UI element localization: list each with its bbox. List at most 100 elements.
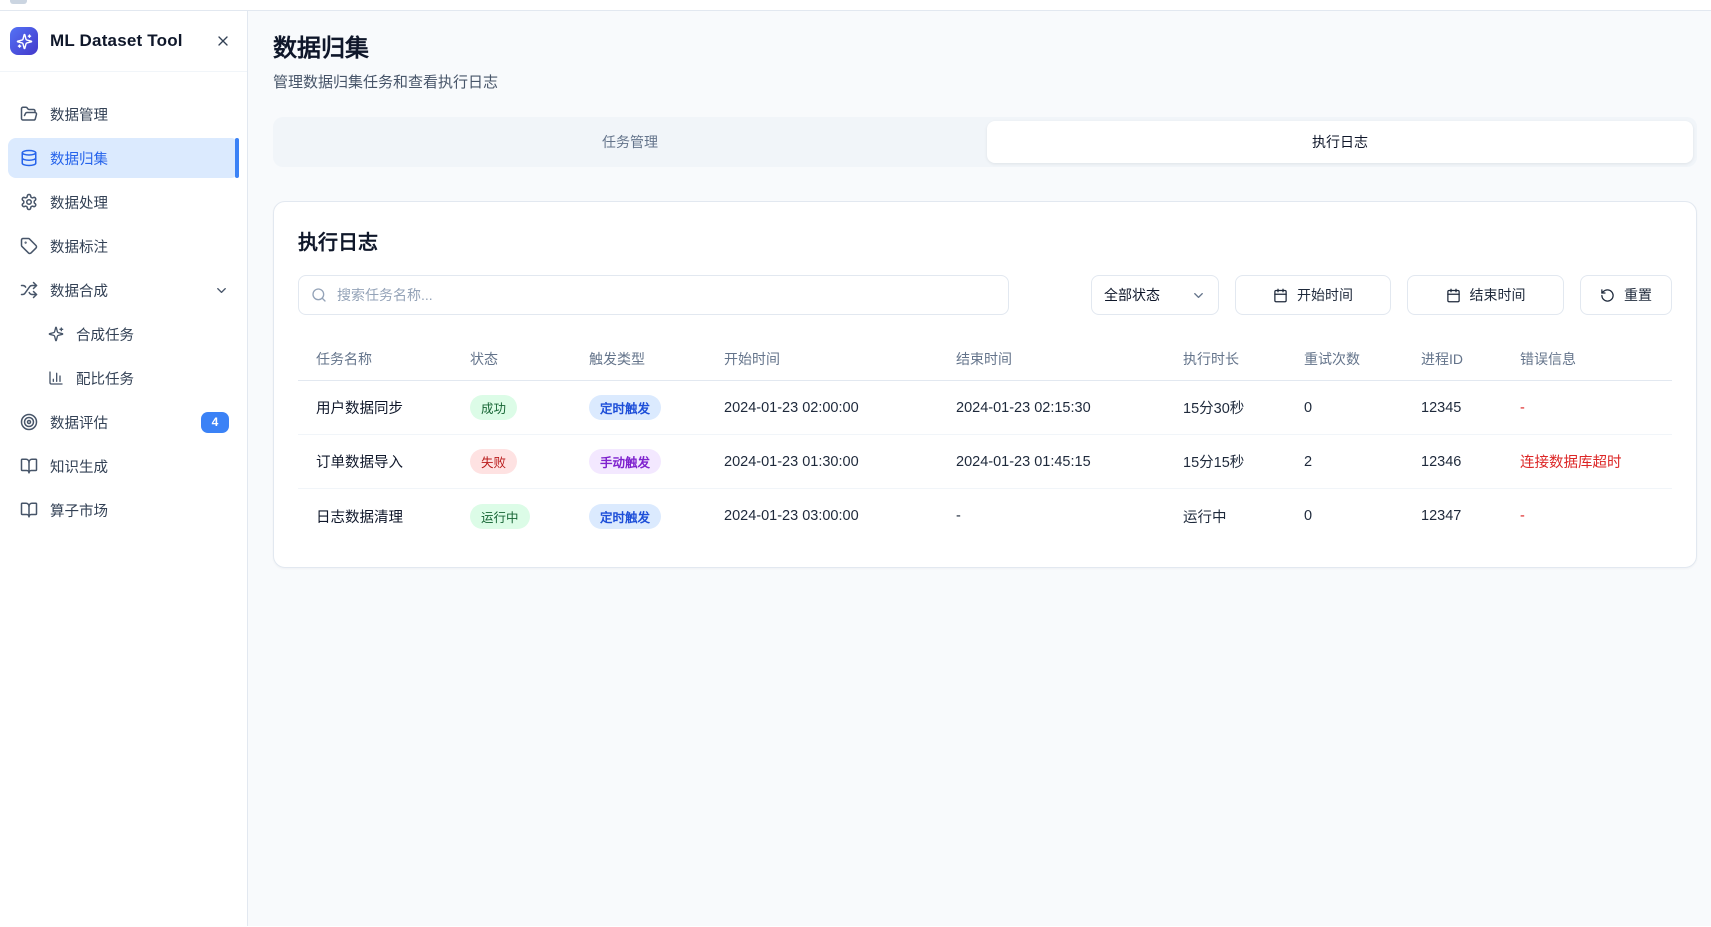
- sparkles-icon: [48, 326, 64, 342]
- table-row: 用户数据同步 成功 定时触发 2024-01-23 02:00:00 2024-…: [298, 381, 1672, 435]
- close-icon: [215, 33, 231, 49]
- column-header: 状态: [452, 349, 571, 369]
- filter-row: 全部状态 开始时间 结束时间 重置: [298, 275, 1672, 315]
- task-name: 日志数据清理: [298, 506, 452, 527]
- sidebar-item-data-evaluation[interactable]: 数据评估 4: [8, 402, 239, 442]
- process-id: 12347: [1403, 508, 1502, 524]
- error-message: 连接数据库超时: [1502, 451, 1672, 472]
- retry-count: 0: [1286, 508, 1403, 524]
- reset-button[interactable]: 重置: [1580, 275, 1672, 315]
- trigger-badge: 手动触发: [589, 449, 661, 474]
- column-header: 任务名称: [298, 349, 452, 369]
- reset-icon: [1600, 288, 1615, 303]
- target-icon: [20, 413, 38, 431]
- sidebar-close-button[interactable]: [213, 31, 233, 51]
- book-open-icon: [20, 501, 38, 519]
- active-indicator: [235, 138, 240, 178]
- duration: 运行中: [1165, 506, 1286, 527]
- shuffle-icon: [20, 281, 38, 299]
- table-row: 订单数据导入 失败 手动触发 2024-01-23 01:30:00 2024-…: [298, 435, 1672, 489]
- sidebar-item-data-synthesis[interactable]: 数据合成: [8, 270, 239, 310]
- sidebar-item-label: 配比任务: [76, 368, 134, 389]
- database-icon: [20, 149, 38, 167]
- status-badge: 运行中: [470, 504, 530, 529]
- duration: 15分15秒: [1165, 451, 1286, 472]
- process-id: 12345: [1403, 400, 1502, 416]
- sidebar-item-label: 算子市场: [50, 500, 108, 521]
- sidebar-item-data-labeling[interactable]: 数据标注: [8, 226, 239, 266]
- status-badge: 成功: [470, 395, 517, 420]
- column-header: 执行时长: [1165, 349, 1286, 369]
- tag-icon: [20, 237, 38, 255]
- sidebar-item-data-processing[interactable]: 数据处理: [8, 182, 239, 222]
- start-time-button[interactable]: 开始时间: [1235, 275, 1391, 315]
- column-header: 触发类型: [571, 349, 706, 369]
- top-edge-strip: [0, 0, 1711, 11]
- column-header: 开始时间: [706, 349, 938, 369]
- sidebar-item-label: 数据标注: [50, 236, 108, 257]
- column-header: 结束时间: [938, 349, 1165, 369]
- status-filter-select[interactable]: 全部状态: [1091, 275, 1219, 315]
- sidebar-item-synthesis-task[interactable]: 合成任务: [8, 314, 239, 354]
- start-time: 2024-01-23 03:00:00: [706, 508, 938, 524]
- page-subtitle: 管理数据归集任务和查看执行日志: [273, 71, 1697, 92]
- start-time: 2024-01-23 01:30:00: [706, 454, 938, 470]
- retry-count: 0: [1286, 400, 1403, 416]
- page-title: 数据归集: [273, 33, 1697, 65]
- evaluation-count-badge: 4: [201, 412, 229, 433]
- sidebar-item-label: 知识生成: [50, 456, 108, 477]
- reset-label: 重置: [1624, 285, 1652, 305]
- trigger-badge: 定时触发: [589, 395, 661, 420]
- sidebar-item-label: 数据归集: [50, 148, 108, 169]
- card-heading: 执行日志: [298, 226, 1672, 255]
- end-time: -: [938, 508, 1165, 524]
- error-message: -: [1502, 508, 1672, 524]
- bar-chart-icon: [48, 370, 64, 386]
- search-icon: [311, 287, 327, 303]
- top-edge-artifact: [10, 0, 27, 4]
- end-time-label: 结束时间: [1470, 285, 1526, 305]
- execution-logs-card: 执行日志 全部状态 开始时间 结束: [273, 201, 1697, 568]
- column-header: 进程ID: [1403, 349, 1502, 369]
- end-time-button[interactable]: 结束时间: [1407, 275, 1564, 315]
- start-time-label: 开始时间: [1297, 285, 1353, 305]
- tab-bar: 任务管理 执行日志: [273, 117, 1697, 167]
- table-header-row: 任务名称 状态 触发类型 开始时间 结束时间 执行时长 重试次数 进程ID 错误…: [298, 337, 1672, 381]
- logs-table: 任务名称 状态 触发类型 开始时间 结束时间 执行时长 重试次数 进程ID 错误…: [298, 337, 1672, 543]
- column-header: 重试次数: [1286, 349, 1403, 369]
- trigger-badge: 定时触发: [589, 504, 661, 529]
- column-header: 错误信息: [1502, 349, 1672, 369]
- tab-execution-logs[interactable]: 执行日志: [987, 121, 1693, 163]
- process-id: 12346: [1403, 454, 1502, 470]
- sidebar-item-label: 合成任务: [76, 324, 134, 345]
- sidebar-nav: 数据管理 数据归集 数据处理 数据标注: [0, 72, 247, 926]
- start-time: 2024-01-23 02:00:00: [706, 400, 938, 416]
- sidebar-item-knowledge-generation[interactable]: 知识生成: [8, 446, 239, 486]
- task-name: 用户数据同步: [298, 397, 452, 418]
- tab-task-management[interactable]: 任务管理: [277, 121, 983, 163]
- sidebar-header: ML Dataset Tool: [0, 11, 247, 72]
- status-filter-value: 全部状态: [1104, 285, 1160, 305]
- sidebar-item-data-management[interactable]: 数据管理: [8, 94, 239, 134]
- sidebar-item-operator-market[interactable]: 算子市场: [8, 490, 239, 530]
- calendar-icon: [1446, 288, 1461, 303]
- app-title: ML Dataset Tool: [50, 31, 201, 51]
- error-message: -: [1502, 400, 1672, 416]
- folder-open-icon: [20, 105, 38, 123]
- calendar-icon: [1273, 288, 1288, 303]
- sidebar: ML Dataset Tool 数据管理 数据归集: [0, 11, 248, 926]
- retry-count: 2: [1286, 454, 1403, 470]
- status-badge: 失败: [470, 449, 517, 474]
- sidebar-item-ratio-task[interactable]: 配比任务: [8, 358, 239, 398]
- task-name: 订单数据导入: [298, 451, 452, 472]
- search-input[interactable]: [298, 275, 1009, 315]
- end-time: 2024-01-23 02:15:30: [938, 400, 1165, 416]
- table-row: 日志数据清理 运行中 定时触发 2024-01-23 03:00:00 - 运行…: [298, 489, 1672, 543]
- chevron-down-icon: [214, 283, 229, 298]
- end-time: 2024-01-23 01:45:15: [938, 454, 1165, 470]
- book-open-icon: [20, 457, 38, 475]
- sidebar-item-data-collection[interactable]: 数据归集: [8, 138, 239, 178]
- sidebar-item-label: 数据管理: [50, 104, 108, 125]
- main-content: 数据归集 管理数据归集任务和查看执行日志 任务管理 执行日志 执行日志 全部状态: [248, 11, 1711, 926]
- sidebar-item-label: 数据处理: [50, 192, 108, 213]
